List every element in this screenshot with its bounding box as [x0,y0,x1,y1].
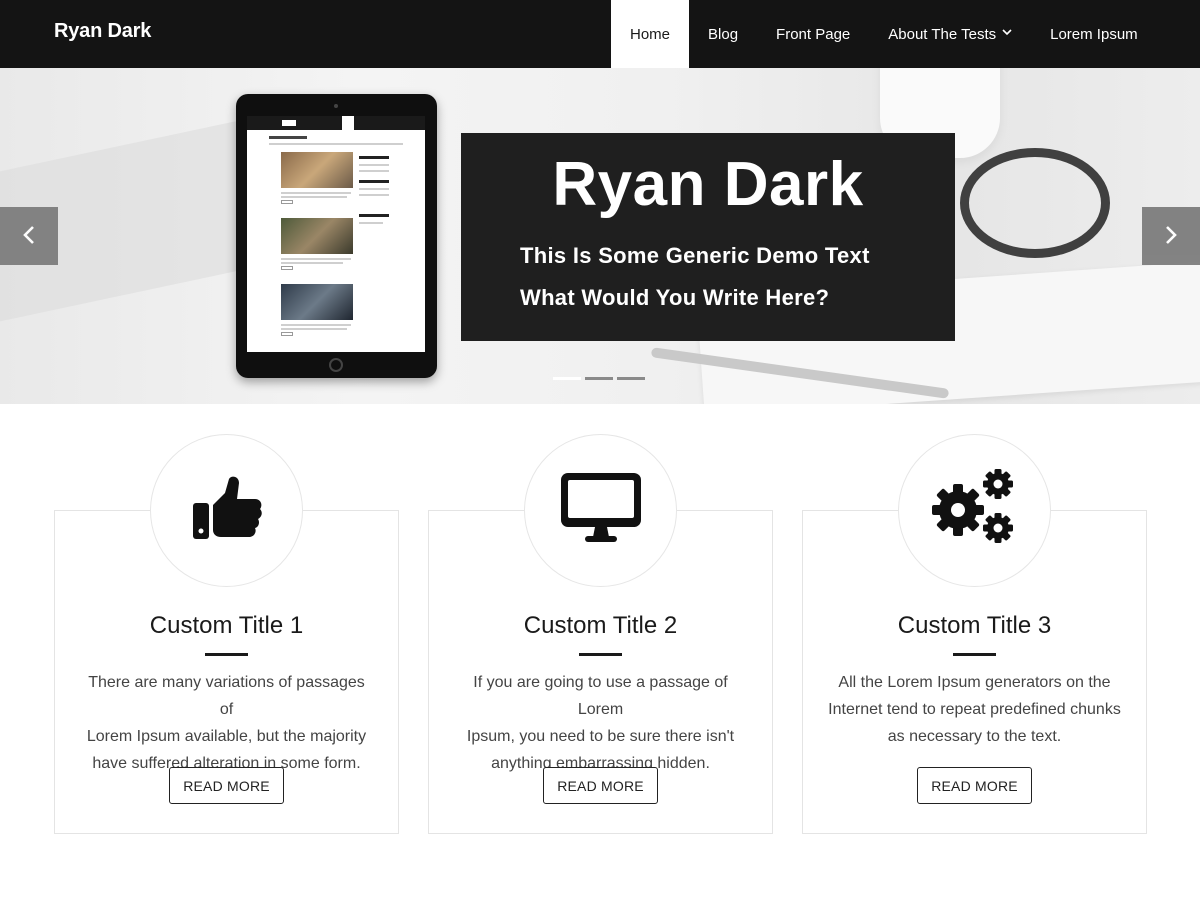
tablet-image [236,94,437,378]
chevron-right-icon [1164,221,1178,252]
read-more-button[interactable]: READ MORE [169,767,284,804]
title-divider [579,653,622,656]
slider-dot-1[interactable] [553,377,581,380]
background-glasses [960,148,1110,258]
chevron-left-icon [22,221,36,252]
tablet-camera [334,104,338,108]
title-divider [953,653,996,656]
feature-title: Custom Title 3 [897,612,1052,639]
nav-label: Front Page [776,25,851,43]
tablet-screen [247,116,425,352]
feature-description: If you are going to use a passage of Lor… [466,674,735,772]
feature-icon-circle-1 [150,434,303,587]
nav-item-home[interactable]: Home [611,0,690,68]
read-more-button[interactable]: READ MORE [543,767,658,804]
slide-title: Ryan Dark [552,150,864,219]
nav-item-about-the-tests[interactable]: About The Tests [869,0,1031,68]
slide-caption: Ryan Dark This Is Some Generic Demo Text… [461,133,955,341]
title-divider [205,653,248,656]
main-nav: Home Blog Front Page About The Tests Lor… [611,0,1157,68]
slider-prev-button[interactable] [0,207,58,265]
gears-icon [931,468,1018,553]
slider-dot-2[interactable] [585,377,613,380]
hero-slider: Ryan Dark This Is Some Generic Demo Text… [0,68,1200,404]
feature-icon-circle-2 [524,434,677,587]
chevron-down-icon [1002,28,1012,39]
feature-description: There are many variations of passages of… [86,674,367,772]
nav-item-blog[interactable]: Blog [689,0,757,68]
nav-item-front-page[interactable]: Front Page [757,0,869,68]
feature-description: All the Lorem Ipsum generators on the In… [828,674,1121,745]
tablet-home-button [329,358,343,372]
thumbs-up-icon [191,475,263,546]
nav-label: Blog [708,25,739,43]
nav-item-lorem-ipsum[interactable]: Lorem Ipsum [1031,0,1157,68]
read-more-button[interactable]: READ MORE [917,767,1032,804]
monitor-icon [559,471,643,550]
slider-next-button[interactable] [1142,207,1200,265]
site-header: Ryan Dark Home Blog Front Page About The… [0,0,1200,68]
nav-label: About The Tests [888,25,997,43]
feature-icon-circle-3 [898,434,1051,587]
feature-title: Custom Title 1 [149,612,304,639]
slider-dot-3[interactable] [617,377,645,380]
nav-label: Home [630,25,671,43]
nav-label: Lorem Ipsum [1050,25,1138,43]
feature-title: Custom Title 2 [523,612,678,639]
slide-subtitle-line-2: What Would You Write Here? [520,285,830,310]
slider-pagination [553,377,645,380]
slide-subtitle-line-1: This Is Some Generic Demo Text [520,243,870,268]
site-logo[interactable]: Ryan Dark [54,20,151,43]
